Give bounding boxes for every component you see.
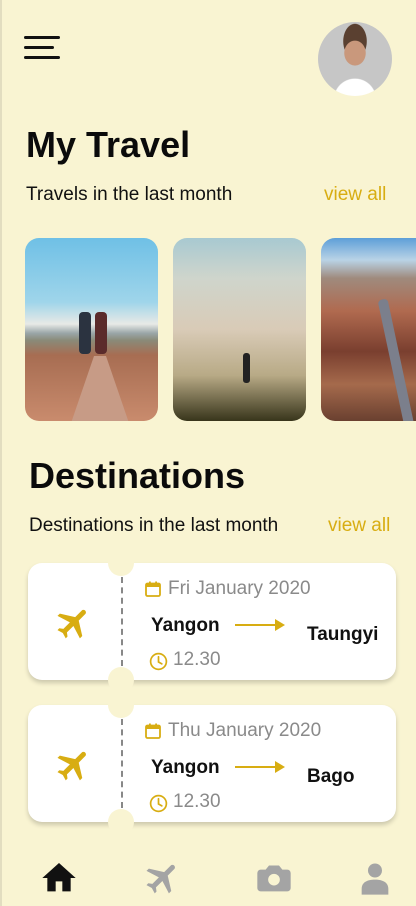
view-all-travels-link[interactable]: view all	[324, 184, 386, 206]
travel-photo-desert-dunes[interactable]	[173, 238, 306, 421]
home-icon[interactable]	[39, 858, 79, 898]
avatar[interactable]	[318, 22, 392, 96]
plane-icon	[57, 609, 86, 639]
plane-icon[interactable]	[143, 858, 183, 898]
ticket-notch	[108, 550, 134, 576]
ticket-date: Fri January 2020	[168, 578, 311, 599]
ticket-card[interactable]: Fri January 2020 Yangon Taungyi 12.30	[28, 550, 396, 693]
view-all-destinations-link[interactable]: view all	[328, 515, 390, 537]
menu-button[interactable]	[24, 36, 62, 62]
destinations-subtitle: Destinations in the last month	[29, 515, 279, 536]
ticket-date: Thu January 2020	[168, 720, 322, 741]
ticket-notch	[108, 667, 134, 693]
page-title: My Travel	[26, 124, 191, 165]
ticket-origin: Yangon	[151, 615, 220, 636]
travel-photo-mountain-trail[interactable]	[25, 238, 158, 421]
menu-line	[24, 56, 60, 59]
arrow-right-icon	[235, 619, 285, 631]
trail-path	[70, 356, 130, 421]
calendar-icon	[145, 581, 161, 597]
travel-photo-canyon-road[interactable]	[321, 238, 416, 421]
ticket-divider	[121, 719, 123, 808]
menu-line	[24, 36, 60, 39]
ticket-destination: Taungyi	[307, 624, 379, 645]
profile-icon[interactable]	[355, 858, 395, 898]
camera-icon[interactable]	[254, 858, 294, 898]
hiker	[95, 312, 107, 354]
menu-line	[24, 46, 54, 49]
hiker	[79, 312, 91, 354]
ticket-notch	[108, 809, 134, 835]
travel-subtitle: Travels in the last month	[26, 184, 233, 205]
ticket-notch	[108, 692, 134, 718]
walker	[243, 353, 250, 383]
ticket-time: 12.30	[173, 791, 221, 812]
ticket-origin: Yangon	[151, 757, 220, 778]
arrow-right-icon	[235, 761, 285, 773]
clock-icon	[149, 652, 168, 671]
ticket-time: 12.30	[173, 649, 221, 670]
ticket-destination: Bago	[307, 766, 355, 787]
calendar-icon	[145, 723, 161, 739]
clock-icon	[149, 794, 168, 813]
ticket-divider	[121, 577, 123, 666]
bottom-navigation	[2, 850, 416, 906]
ticket-card[interactable]: Thu January 2020 Yangon Bago 12.30	[28, 692, 396, 835]
destinations-title: Destinations	[29, 455, 246, 496]
road	[377, 298, 415, 421]
plane-icon	[57, 751, 86, 781]
